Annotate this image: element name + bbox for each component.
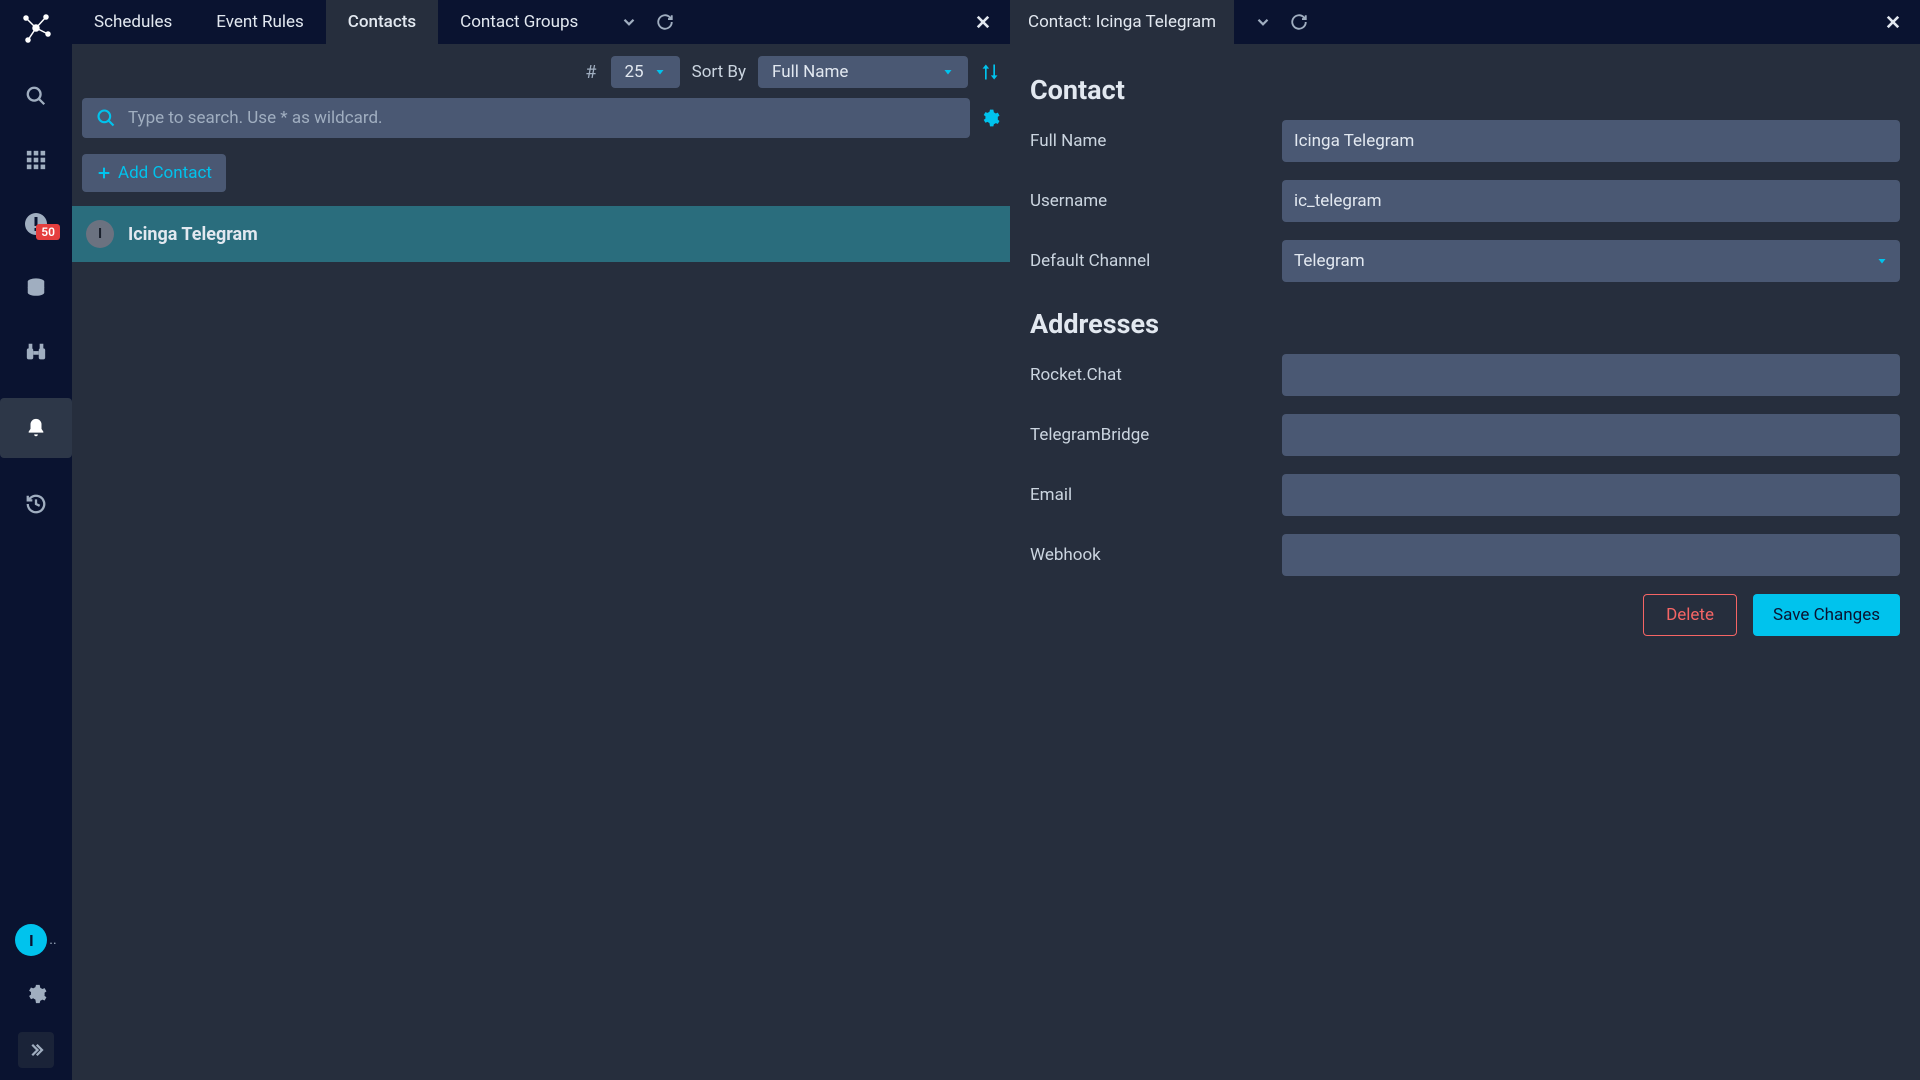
full-name-label: Full Name	[1030, 131, 1282, 151]
avatar: I	[15, 924, 47, 956]
add-contact-button[interactable]: Add Contact	[82, 154, 226, 192]
logo-icon[interactable]	[16, 8, 56, 48]
save-button[interactable]: Save Changes	[1753, 594, 1900, 636]
search-icon[interactable]	[18, 78, 54, 114]
refresh-icon[interactable]	[1290, 13, 1308, 31]
tabs-header: Schedules Event Rules Contacts Contact G…	[72, 0, 1010, 44]
contact-avatar: I	[86, 220, 114, 248]
history-icon[interactable]	[18, 486, 54, 522]
telegrambridge-field[interactable]	[1282, 414, 1900, 456]
page-size-symbol: #	[585, 62, 596, 83]
close-icon[interactable]	[974, 13, 1010, 31]
username-field[interactable]	[1282, 180, 1900, 222]
search-input[interactable]	[128, 108, 956, 128]
database-icon[interactable]	[18, 270, 54, 306]
grid-icon[interactable]	[18, 142, 54, 178]
sidebar: 50 I ..	[0, 0, 72, 1080]
tab-event-rules[interactable]: Event Rules	[194, 0, 326, 44]
webhook-label: Webhook	[1030, 545, 1282, 565]
tab-schedules[interactable]: Schedules	[72, 0, 194, 44]
alert-badge: 50	[36, 224, 60, 240]
sort-by-label: Sort By	[692, 62, 746, 82]
expand-sidebar-button[interactable]	[18, 1032, 54, 1068]
default-channel-label: Default Channel	[1030, 251, 1282, 271]
detail-title: Contact: Icinga Telegram	[1010, 0, 1234, 44]
alert-icon[interactable]: 50	[18, 206, 54, 242]
contact-row[interactable]: I Icinga Telegram	[72, 206, 1010, 262]
default-channel-select[interactable]: Telegram	[1282, 240, 1900, 282]
rocketchat-label: Rocket.Chat	[1030, 365, 1282, 385]
rocketchat-field[interactable]	[1282, 354, 1900, 396]
plus-icon	[96, 165, 112, 181]
contact-name: Icinga Telegram	[128, 224, 258, 245]
search-bar	[72, 94, 1010, 148]
refresh-icon[interactable]	[656, 13, 674, 31]
gear-icon[interactable]	[18, 976, 54, 1012]
filter-bar: # 25 Sort By Full Name	[72, 44, 1010, 94]
tab-contact-groups[interactable]: Contact Groups	[438, 0, 600, 44]
search-icon	[96, 108, 116, 128]
search-box[interactable]	[82, 98, 970, 138]
delete-button[interactable]: Delete	[1643, 594, 1737, 636]
section-title-addresses: Addresses	[1030, 308, 1900, 340]
contacts-panel: Schedules Event Rules Contacts Contact G…	[72, 0, 1010, 1080]
filter-gear-icon[interactable]	[980, 108, 1000, 128]
chevron-down-icon[interactable]	[1254, 13, 1272, 31]
add-contact-label: Add Contact	[118, 163, 212, 183]
telegrambridge-label: TelegramBridge	[1030, 425, 1282, 445]
sort-field-select[interactable]: Full Name	[758, 56, 968, 88]
username-label: Username	[1030, 191, 1282, 211]
full-name-field[interactable]	[1282, 120, 1900, 162]
user-menu[interactable]: I ..	[15, 924, 56, 956]
page-size-select[interactable]: 25	[611, 56, 680, 88]
detail-header: Contact: Icinga Telegram	[1010, 0, 1920, 44]
email-label: Email	[1030, 485, 1282, 505]
chevron-down-icon	[942, 66, 954, 78]
chevron-down-icon[interactable]	[620, 13, 638, 31]
section-title-contact: Contact	[1030, 74, 1900, 106]
detail-panel: Contact: Icinga Telegram Contact Full Na…	[1010, 0, 1920, 1080]
tab-contacts[interactable]: Contacts	[326, 0, 438, 44]
bell-icon[interactable]	[0, 398, 72, 458]
webhook-field[interactable]	[1282, 534, 1900, 576]
close-icon[interactable]	[1884, 13, 1920, 31]
sort-direction-button[interactable]	[980, 62, 1000, 82]
contact-list: I Icinga Telegram	[72, 206, 1010, 1080]
binoculars-icon[interactable]	[18, 334, 54, 370]
email-field[interactable]	[1282, 474, 1900, 516]
chevron-down-icon	[1876, 255, 1888, 267]
chevron-down-icon	[654, 66, 666, 78]
